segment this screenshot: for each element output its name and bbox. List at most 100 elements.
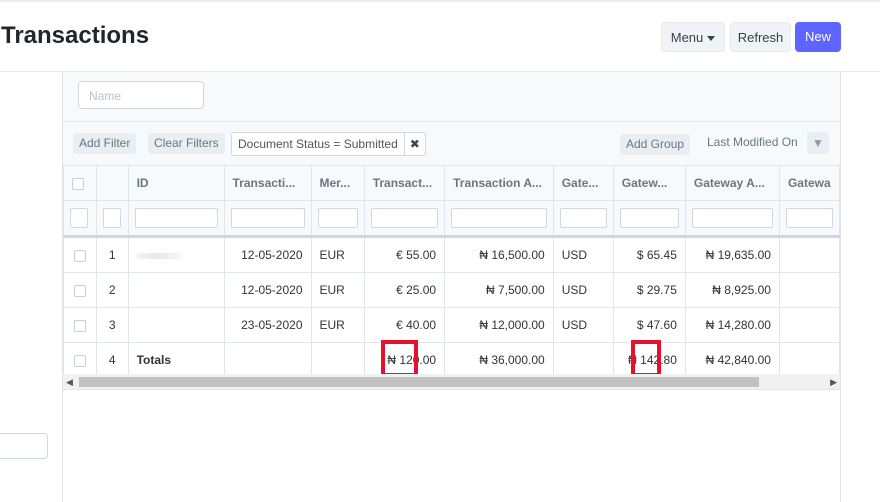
scrollbar-thumb[interactable] (79, 377, 759, 387)
empty-cell (310, 342, 365, 378)
row-number-header (95, 165, 129, 201)
filter-cell (684, 200, 780, 237)
column-header[interactable]: Transact... (363, 165, 446, 201)
filter-input[interactable] (102, 208, 121, 228)
transaction-amount-cell[interactable]: ₦ 16,500.00 (444, 236, 554, 273)
gateway-base-amount-cell[interactable]: ₦ 14,280.00 (684, 307, 780, 343)
filter-cell (778, 200, 840, 237)
menu-button-label: Menu (670, 30, 704, 45)
gateway-base-amount-cell[interactable]: ₦ 19,635.00 (684, 236, 780, 273)
currency-cell[interactable]: EUR (310, 272, 365, 308)
gateway-base-amount-cell[interactable]: ₦ 8,925.00 (684, 272, 780, 308)
filter-input[interactable] (451, 208, 547, 228)
row-number: 3 (95, 307, 129, 343)
filter-divider (63, 121, 840, 122)
page-title: Transactions (1, 22, 150, 49)
total-transaction-amount-cell: ₦ 36,000.00 (444, 342, 554, 378)
filter-area: Name Add Filter Clear Filters Document S… (63, 72, 840, 165)
table-row[interactable]: 1 12-05-2020 EUR € 55.00 ₦ 16,500.00 USD… (63, 236, 840, 273)
filter-cell (612, 200, 686, 237)
filter-input[interactable] (370, 208, 439, 228)
sort-order-icon[interactable]: ▼ (807, 132, 829, 154)
empty-cell (552, 342, 614, 378)
column-header[interactable]: Gate... (552, 165, 614, 201)
new-button[interactable]: New (795, 22, 841, 52)
amount-cell[interactable]: € 40.00 (363, 307, 446, 343)
status-filter-chip[interactable]: Document Status = Submitted ✖ (231, 132, 426, 156)
empty-cell (778, 342, 840, 378)
date-cell[interactable]: 23-05-2020 (223, 307, 312, 343)
row-checkbox[interactable] (73, 249, 86, 262)
column-header[interactable]: ID (127, 165, 225, 201)
remove-filter-icon[interactable]: ✖ (405, 133, 425, 155)
column-header[interactable]: Transaction A... (444, 165, 554, 201)
filter-input[interactable] (230, 208, 305, 228)
totals-label: Totals (127, 342, 225, 378)
scroll-right-icon[interactable]: ▶ (830, 377, 837, 388)
filter-input[interactable] (691, 208, 773, 228)
scroll-left-icon[interactable]: ◀ (66, 377, 73, 388)
column-header[interactable]: Gatewa (778, 165, 840, 201)
totals-row: 4 Totals ₦ 120.00 ₦ 36,000.00 ₦ 142.80 ₦… (63, 342, 840, 378)
filter-input[interactable] (134, 208, 218, 228)
column-header[interactable]: Gatew... (612, 165, 686, 201)
add-filter-button[interactable]: Add Filter (73, 133, 137, 154)
filter-input[interactable] (619, 208, 679, 228)
checkbox-icon (72, 177, 84, 190)
amount-cell[interactable]: € 25.00 (363, 272, 446, 308)
table-row[interactable]: 3 23-05-2020 EUR € 40.00 ₦ 12,000.00 USD… (63, 307, 840, 343)
filter-input[interactable] (559, 208, 607, 228)
sidebar-input[interactable] (0, 433, 48, 459)
gateway-currency-cell[interactable]: USD (552, 307, 614, 343)
redacted-id (136, 252, 181, 259)
empty-cell[interactable] (778, 272, 840, 308)
column-header[interactable]: Gateway A... (684, 165, 780, 201)
row-number: 1 (95, 236, 129, 273)
filter-input[interactable] (785, 208, 833, 228)
filter-input[interactable] (317, 208, 358, 228)
amount-cell[interactable]: € 55.00 (363, 236, 446, 273)
row-checkbox[interactable] (73, 354, 86, 367)
id-cell[interactable] (127, 307, 225, 343)
empty-cell[interactable] (778, 236, 840, 273)
id-cell[interactable] (127, 272, 225, 308)
caret-down-icon (707, 36, 716, 42)
horizontal-scrollbar[interactable]: ◀ ▶ (63, 374, 840, 389)
row-checkbox[interactable] (73, 284, 86, 297)
column-header[interactable]: Transacti... (223, 165, 312, 201)
filter-input[interactable] (70, 208, 88, 228)
filter-cell (127, 200, 225, 237)
gateway-amount-cell[interactable]: $ 29.75 (612, 272, 686, 308)
gateway-amount-cell[interactable]: $ 47.60 (612, 307, 686, 343)
clear-filters-button[interactable]: Clear Filters (148, 133, 225, 154)
date-cell[interactable]: 12-05-2020 (223, 272, 312, 308)
currency-cell[interactable]: EUR (310, 236, 365, 273)
empty-cell[interactable] (778, 307, 840, 343)
filter-cell (95, 200, 129, 237)
top-border (0, 0, 880, 2)
row-number: 4 (95, 342, 129, 378)
transaction-amount-cell[interactable]: ₦ 12,000.00 (444, 307, 554, 343)
menu-button[interactable]: Menu (661, 22, 725, 52)
date-cell[interactable]: 12-05-2020 (223, 236, 312, 273)
select-all-checkbox[interactable] (63, 165, 97, 201)
column-header[interactable]: Mer... (310, 165, 365, 201)
filter-cell (363, 200, 446, 237)
name-filter-input[interactable]: Name (78, 81, 204, 109)
add-group-button[interactable]: Add Group (620, 134, 691, 155)
row-checkbox[interactable] (73, 319, 86, 332)
table-row[interactable]: 2 12-05-2020 EUR € 25.00 ₦ 7,500.00 USD … (63, 272, 840, 308)
total-gateway-base-amount-cell: ₦ 42,840.00 (684, 342, 780, 378)
gateway-currency-cell[interactable]: USD (552, 236, 614, 273)
list-bottom-border (63, 389, 840, 390)
currency-cell[interactable]: EUR (310, 307, 365, 343)
sort-by-label[interactable]: Last Modified On (707, 135, 798, 149)
gateway-amount-cell[interactable]: $ 65.45 (612, 236, 686, 273)
row-number: 2 (95, 272, 129, 308)
refresh-button[interactable]: Refresh (730, 22, 791, 52)
highlight-box (381, 340, 418, 377)
id-cell[interactable] (127, 236, 225, 273)
filter-cell (444, 200, 554, 237)
transaction-amount-cell[interactable]: ₦ 7,500.00 (444, 272, 554, 308)
gateway-currency-cell[interactable]: USD (552, 272, 614, 308)
